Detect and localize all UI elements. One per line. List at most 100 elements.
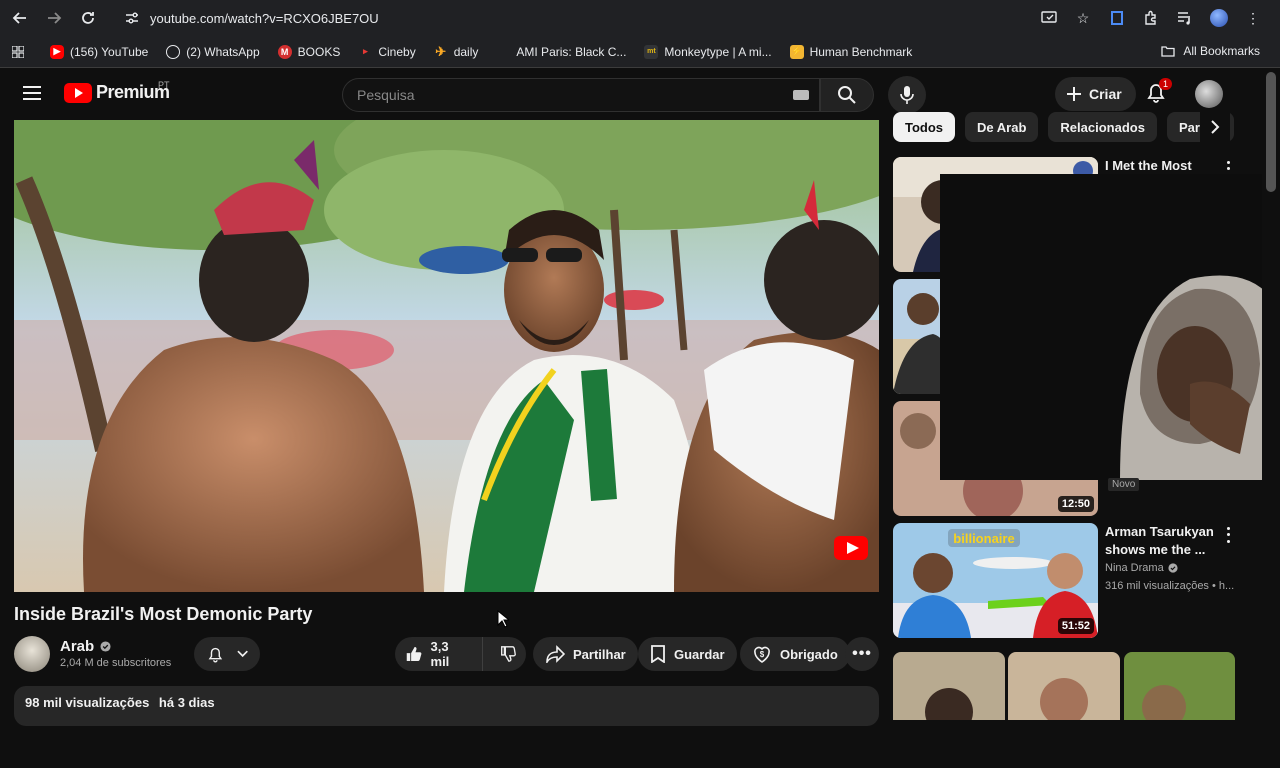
bookmark-youtube[interactable]: ▶ (156) YouTube <box>50 44 148 59</box>
new-badge: Novo <box>1108 478 1140 491</box>
chip-all[interactable]: Todos <box>893 112 956 142</box>
publish-date: há 3 dias <box>158 695 215 710</box>
webcam-overlay <box>940 174 1280 480</box>
bookmark-label: Monkeytype | A mi... <box>664 44 772 59</box>
keyboard-icon[interactable] <box>793 90 809 100</box>
recommendation-item[interactable]: billionaire 51:52 Arman Tsarukyan shows … <box>893 523 1238 639</box>
video-thumbnail[interactable] <box>893 652 1005 720</box>
all-bookmarks[interactable]: All Bookmarks <box>1161 44 1260 58</box>
recommendation-channel[interactable]: Nina Drama <box>1105 562 1178 574</box>
recommendation-title[interactable]: I Met the Most <box>1105 157 1217 175</box>
channel-name-link[interactable]: Arab <box>60 638 111 655</box>
bookmark-cineby[interactable]: ▸ Cineby <box>358 45 416 59</box>
media-controls-icon[interactable] <box>1174 4 1196 32</box>
back-icon[interactable] <box>6 4 34 32</box>
subscription-bell-button[interactable] <box>194 637 260 671</box>
thumbs-up-icon <box>406 646 422 662</box>
save-label: Guardar <box>674 646 725 662</box>
video-frame <box>14 120 879 592</box>
thumbs-down-icon <box>501 646 517 662</box>
thanks-button[interactable]: $ Obrigado <box>740 637 850 671</box>
voice-search-button[interactable] <box>888 76 926 114</box>
verified-icon <box>1168 563 1178 573</box>
subscriber-count: 2,04 M de subscritores <box>60 657 172 669</box>
svg-text:$: $ <box>760 650 765 659</box>
recommendation-row-partial[interactable] <box>893 652 1238 768</box>
folder-icon <box>1161 46 1175 57</box>
bookmark-label: AMI Paris: Black C... <box>516 44 627 59</box>
cineby-icon: ▸ <box>363 46 368 56</box>
reload-icon[interactable] <box>74 4 102 32</box>
extension-icon[interactable] <box>1106 4 1128 32</box>
more-vertical-icon[interactable] <box>1223 525 1233 545</box>
like-button[interactable]: 3,3 mil <box>395 637 483 671</box>
bookmark-whatsapp[interactable]: (2) WhatsApp <box>166 44 260 59</box>
like-dislike-group: 3,3 mil <box>395 637 526 671</box>
bookmarks-bar: ▶ (156) YouTube (2) WhatsApp M BOOKS ▸ C… <box>0 36 1280 68</box>
bookmark-monkeytype[interactable]: mt Monkeytype | A mi... <box>644 44 772 59</box>
chip-related[interactable]: Relacionados <box>1048 112 1157 142</box>
channel-row: Arab 2,04 M de subscritores 3,3 mil Part… <box>14 636 879 674</box>
video-thumbnail[interactable] <box>1124 652 1235 720</box>
description-box[interactable]: 98 mil visualizações há 3 dias <box>14 686 879 726</box>
url-text[interactable]: youtube.com/watch?v=RCXO6JBE7OU <box>150 11 379 26</box>
search-input[interactable] <box>357 87 777 103</box>
mouse-cursor-icon <box>497 610 509 628</box>
bookmark-label: BOOKS <box>297 44 341 59</box>
address-bar[interactable]: youtube.com/watch?v=RCXO6JBE7OU <box>124 10 379 26</box>
create-label: Criar <box>1089 86 1122 102</box>
browser-toolbar: youtube.com/watch?v=RCXO6JBE7OU ☆ ⋮ <box>0 0 1280 36</box>
ami-icon <box>496 45 510 59</box>
dislike-button[interactable] <box>491 637 526 671</box>
page-scrollbar[interactable] <box>1262 68 1280 720</box>
bookmark-star-icon[interactable]: ☆ <box>1072 4 1094 32</box>
scrollbar-thumb[interactable] <box>1266 72 1276 192</box>
save-button[interactable]: Guardar <box>638 637 737 671</box>
more-actions-button[interactable]: ••• <box>845 637 879 671</box>
video-duration: 12:50 <box>1057 496 1094 512</box>
channel-avatar[interactable] <box>14 636 50 672</box>
forward-icon[interactable] <box>40 4 68 32</box>
bookmark-human-benchmark[interactable]: ⚡ Human Benchmark <box>789 44 912 59</box>
video-thumbnail[interactable]: billionaire 51:52 <box>893 523 1098 638</box>
channel-name: Arab <box>60 638 95 655</box>
notifications-button[interactable]: 1 <box>1144 78 1173 108</box>
bookmark-label: (2) WhatsApp <box>186 44 260 59</box>
apps-grid-icon[interactable] <box>0 36 36 68</box>
site-settings-icon[interactable] <box>124 10 140 26</box>
chevron-down-icon <box>237 650 248 658</box>
youtube-premium-logo[interactable]: Premium PT <box>64 80 170 103</box>
account-avatar[interactable] <box>1195 80 1223 108</box>
video-title: Inside Brazil's Most Demonic Party <box>14 604 313 624</box>
books-icon: M <box>277 44 292 59</box>
chip-from-channel[interactable]: De Arab <box>965 112 1039 142</box>
search-icon <box>838 86 856 104</box>
channel-name: Nina Drama <box>1105 562 1164 574</box>
verified-icon <box>100 641 111 652</box>
svg-text:billionaire: billionaire <box>953 531 1014 546</box>
share-button[interactable]: Partilhar <box>533 637 638 671</box>
more-menu-icon[interactable]: ⋮ <box>1242 4 1264 32</box>
search-box <box>342 78 820 112</box>
cast-icon[interactable] <box>1038 4 1060 32</box>
puzzle-icon[interactable] <box>1140 4 1162 32</box>
more-horizontal-icon: ••• <box>852 645 872 662</box>
video-thumbnail[interactable] <box>1008 652 1120 720</box>
create-button[interactable]: Criar <box>1055 77 1136 111</box>
like-count: 3,3 mil <box>430 639 450 669</box>
bookmark-ami[interactable]: AMI Paris: Black C... <box>496 45 626 59</box>
lightning-icon: ⚡ <box>789 44 804 59</box>
recommendation-title[interactable]: Arman Tsarukyan shows me the ... <box>1105 523 1217 559</box>
youtube-play-icon <box>64 82 92 103</box>
browser-actions: ☆ ⋮ <box>1038 4 1264 32</box>
bookmark-books[interactable]: M BOOKS <box>277 44 341 59</box>
search-button[interactable] <box>820 78 874 112</box>
bookmark-daily[interactable]: ✈ daily <box>434 44 478 59</box>
plus-icon <box>1067 87 1081 101</box>
bookmark-icon <box>651 645 665 663</box>
profile-icon[interactable] <box>1208 4 1230 32</box>
video-player[interactable] <box>14 120 879 592</box>
menu-icon[interactable] <box>20 82 44 106</box>
bell-icon <box>208 647 223 663</box>
chips-next-button[interactable] <box>1200 112 1230 142</box>
